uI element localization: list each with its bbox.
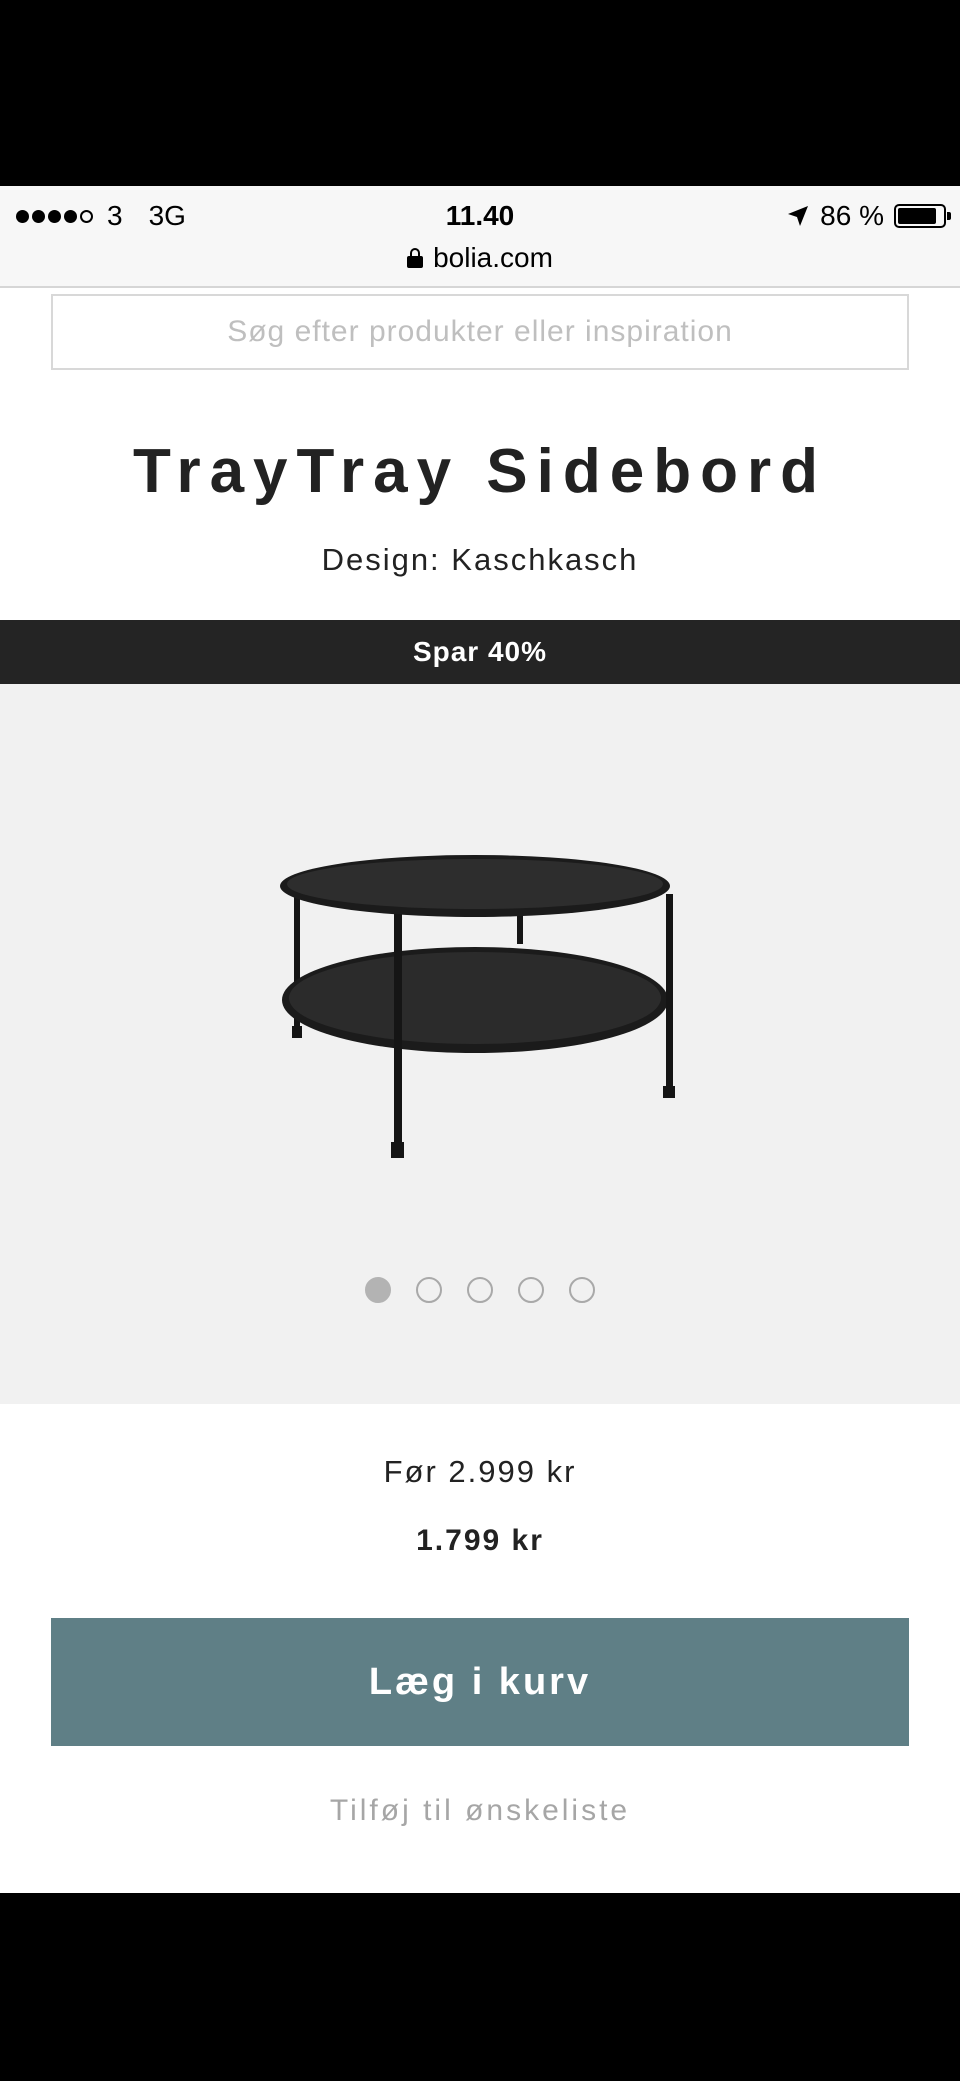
address-bar[interactable]: bolia.com [0,238,960,278]
image-carousel-indicators [0,1277,960,1303]
product-image [280,855,675,1158]
bottom-letterbox [0,1893,960,2081]
carousel-dot-5[interactable] [569,1277,595,1303]
carousel-dot-3[interactable] [467,1277,493,1303]
product-designer: Design: Kaschkasch [321,542,639,577]
product-gallery[interactable] [0,684,960,1404]
carousel-dot-4[interactable] [518,1277,544,1303]
location-arrow-icon [788,206,809,226]
browser-status-bar: 3 3G 11.40 86 % bolia.com [0,186,960,288]
product-title: TrayTray Sidebord [133,437,827,506]
url-text: bolia.com [433,242,553,273]
discount-banner: Spar 40% [0,620,960,684]
lock-icon [407,248,424,268]
battery-icon [894,204,951,228]
original-price: Før 2.999 kr [383,1454,577,1489]
sale-price: 1.799 kr [416,1524,544,1557]
carousel-dot-2[interactable] [416,1277,442,1303]
add-to-wishlist-link[interactable]: Tilføj til ønskeliste [0,1794,960,1828]
search-input[interactable] [51,294,909,370]
status-right: 86 % [786,196,951,236]
battery-fill [898,208,936,224]
product-page: TrayTray Sidebord Design: Kaschkasch Spa… [0,288,960,1893]
battery-percentage: 86 % [820,200,884,231]
top-letterbox [0,0,960,186]
carousel-dot-1[interactable] [365,1277,391,1303]
add-to-cart-button[interactable]: Læg i kurv [51,1618,909,1746]
